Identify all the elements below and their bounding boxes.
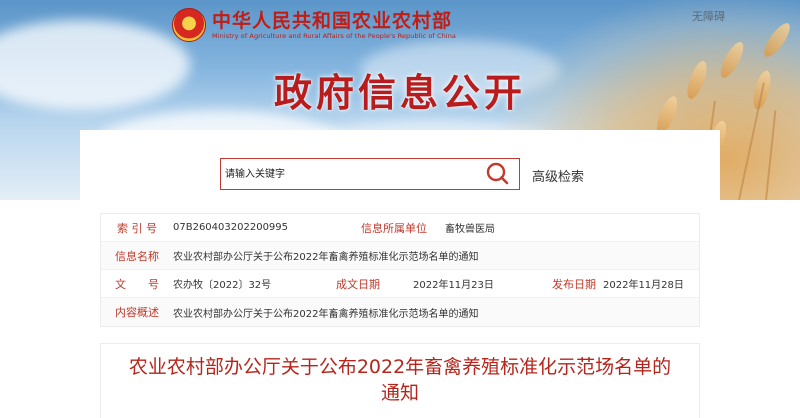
info-row-docno: 文 号 农办牧〔2022〕32号 成文日期 2022年11月23日 发布日期 2… [101,270,699,298]
doc-no-label: 文 号 [115,277,159,291]
written-date-value: 2022年11月23日 [413,280,494,291]
page-title: 政府信息公开 [273,71,526,115]
ministry-name-cn: 中华人民共和国农业农村部 [212,9,453,32]
search-button[interactable] [485,162,511,186]
summary-label: 内容概述 [115,306,159,319]
info-row-summary: 内容概述 农业农村部办公厅关于公布2022年畜禽养殖标准化示范场名单的通知 [101,298,699,326]
search-box [220,158,520,190]
unit-value: 畜牧兽医局 [445,224,495,235]
doc-no-value: 农办牧〔2022〕32号 [173,280,272,291]
index-value: 07B260403202200995 [173,222,289,233]
info-row-index: 索 引 号 07B260403202200995 信息所属单位 畜牧兽医局 [101,214,699,242]
advanced-search-link[interactable]: 高级检索 [532,166,584,185]
info-row-name: 信息名称 农业农村部办公厅关于公布2022年畜禽养殖标准化示范场名单的通知 [101,242,699,270]
publish-date-value: 2022年11月28日 [603,280,684,291]
accessibility-link[interactable]: 无障碍 [692,8,725,24]
publish-date-label: 发布日期 [552,277,596,291]
ministry-logo[interactable]: 中华人民共和国农业农村部 Ministry of Agriculture and… [172,8,456,42]
ministry-name-en: Ministry of Agriculture and Rural Affair… [212,31,457,40]
document-title: 农业农村部办公厅关于公布2022年畜禽养殖标准化示范场名单的通知 [128,356,672,404]
document-info-table: 索 引 号 07B260403202200995 信息所属单位 畜牧兽医局 信息… [100,213,700,327]
index-label: 索 引 号 [117,221,157,235]
national-emblem-icon [172,8,206,42]
written-date-label: 成文日期 [336,277,380,291]
name-value: 农业农村部办公厅关于公布2022年畜禽养殖标准化示范场名单的通知 [173,252,479,263]
unit-label: 信息所属单位 [361,221,427,235]
summary-value: 农业农村部办公厅关于公布2022年畜禽养殖标准化示范场名单的通知 [173,308,479,320]
search-icon [486,162,509,185]
search-input[interactable] [221,159,476,189]
name-label: 信息名称 [115,249,159,263]
document-body: 农业农村部办公厅关于公布2022年畜禽养殖标准化示范场名单的通知 [100,343,700,418]
